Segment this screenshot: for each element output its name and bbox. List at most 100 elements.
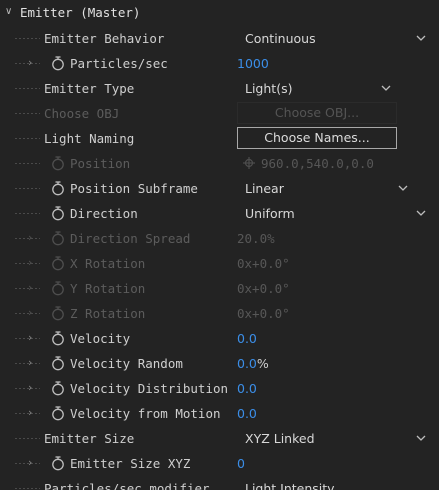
twirl-arrow-icon[interactable]: › [28,282,36,293]
stopwatch-icon [52,156,64,171]
row-x-rotation: › X Rotation 0x+0.0° [0,251,439,276]
chevron-down-icon [416,35,426,41]
direction-label: Direction [70,206,138,221]
stopwatch-icon[interactable] [51,206,65,221]
tree-guide [14,338,40,339]
emitter-type-value: Light(s) [245,81,293,96]
twirl-arrow-icon[interactable]: › [28,382,36,393]
chevron-down-icon [416,435,426,441]
twirl-arrow-icon[interactable]: › [28,332,36,343]
choose-obj-button[interactable]: Choose OBJ... [237,102,397,124]
direction-value: Uniform [245,206,295,221]
twirl-arrow-icon[interactable]: › [28,457,36,468]
stopwatch-icon [52,231,64,246]
tree-guide [14,438,40,439]
stopwatch-icon[interactable] [51,56,65,71]
twirl-arrow-icon[interactable]: › [28,357,36,368]
row-position: Position 960.0,540.0,0.0 [0,151,439,176]
emitter-master-group[interactable]: ∨ Emitter (Master) [0,0,439,25]
position-value[interactable]: 960.0,540.0,0.0 [261,156,374,171]
stopwatch-icon[interactable] [51,331,65,346]
row-y-rotation: › Y Rotation 0x+0.0° [0,276,439,301]
percent-unit: % [267,231,275,246]
y-rotation-label: Y Rotation [70,281,146,296]
emitter-type-dropdown[interactable]: Light(s) [237,78,397,98]
direction-spread-label: Direction Spread [70,231,191,246]
position-label: Position [70,156,131,171]
direction-spread-value[interactable]: 20.0% [237,231,275,246]
x-rotation-label: X Rotation [70,256,146,271]
light-naming-label: Light Naming [44,131,135,146]
tree-guide [14,463,40,464]
stopwatch-icon[interactable] [51,406,65,421]
twirl-arrow-icon[interactable]: › [28,232,36,243]
direction-dropdown[interactable]: Uniform [237,203,432,223]
particles-sec-modifier-dropdown[interactable]: Light Intensity [237,478,432,490]
crosshair-icon[interactable] [243,157,255,169]
tree-guide [14,63,40,64]
velocity-distribution-value[interactable]: 0.0 [237,381,257,396]
position-subframe-value: Linear [245,181,284,196]
twirl-arrow-icon[interactable]: › [28,307,36,318]
z-rotation-value[interactable]: 0x+0.0° [237,306,290,321]
twirl-arrow-icon[interactable]: › [28,57,36,68]
velocity-value[interactable]: 0.0 [237,331,257,346]
emitter-size-xyz-label: Emitter Size XYZ [70,456,191,471]
row-light-naming: Light Naming Choose Names... [0,126,439,151]
velocity-distribution-label: Velocity Distribution [70,381,229,396]
y-rotation-value[interactable]: 0x+0.0° [237,281,290,296]
stopwatch-icon [52,306,64,321]
emitter-size-value: XYZ Linked [245,431,315,446]
velocity-random-value[interactable]: 0.0% [237,356,269,371]
velocity-from-motion-value[interactable]: 0.0 [237,406,257,421]
row-z-rotation: › Z Rotation 0x+0.0° [0,301,439,326]
row-emitter-behavior: Emitter Behavior Continuous [0,26,439,51]
emitter-type-label: Emitter Type [44,81,135,96]
direction-spread-number: 20.0 [237,231,268,246]
twirl-open-icon[interactable]: ∨ [5,6,12,17]
tree-guide [14,313,40,314]
row-velocity-random: › Velocity Random 0.0% [0,351,439,376]
row-emitter-size-xyz: › Emitter Size XYZ 0 [0,451,439,476]
velocity-random-label: Velocity Random [70,356,183,371]
stopwatch-icon[interactable] [51,356,65,371]
tree-guide [14,488,40,489]
row-emitter-type: Emitter Type Light(s) [0,76,439,101]
emitter-behavior-dropdown[interactable]: Continuous [237,28,432,48]
tree-guide [14,188,40,189]
emitter-size-xyz-value[interactable]: 0 [237,456,245,471]
particles-sec-label: Particles/sec [70,56,168,71]
tree-guide [14,238,40,239]
stopwatch-icon [52,256,64,271]
row-emitter-size: Emitter Size XYZ Linked [0,426,439,451]
stopwatch-icon[interactable] [51,456,65,471]
stopwatch-icon [52,281,64,296]
tree-guide [14,113,40,114]
position-subframe-dropdown[interactable]: Linear [237,178,414,198]
z-rotation-label: Z Rotation [70,306,146,321]
row-direction-spread: › Direction Spread 20.0% [0,226,439,251]
choose-names-button[interactable]: Choose Names... [237,127,397,149]
emitter-size-dropdown[interactable]: XYZ Linked [237,428,432,448]
particles-sec-modifier-value: Light Intensity [245,481,335,490]
stopwatch-icon[interactable] [51,381,65,396]
twirl-arrow-icon[interactable]: › [28,407,36,418]
row-velocity: › Velocity 0.0 [0,326,439,351]
row-direction: Direction Uniform [0,201,439,226]
emitter-size-label: Emitter Size [44,431,135,446]
stopwatch-icon[interactable] [51,181,65,196]
chevron-down-icon [416,210,426,216]
particles-sec-value[interactable]: 1000 [237,56,269,71]
tree-guide [14,288,40,289]
tree-guide [14,413,40,414]
row-particles-sec-modifier: Particles/sec modifier Light Intensity [0,476,439,490]
velocity-label: Velocity [70,331,131,346]
emitter-behavior-label: Emitter Behavior [44,31,165,46]
tree-guide [14,163,40,164]
tree-guide [14,363,40,364]
velocity-from-motion-label: Velocity from Motion [70,406,221,421]
group-title: Emitter (Master) [20,5,141,20]
x-rotation-value[interactable]: 0x+0.0° [237,256,290,271]
tree-guide [14,388,40,389]
twirl-arrow-icon[interactable]: › [28,257,36,268]
